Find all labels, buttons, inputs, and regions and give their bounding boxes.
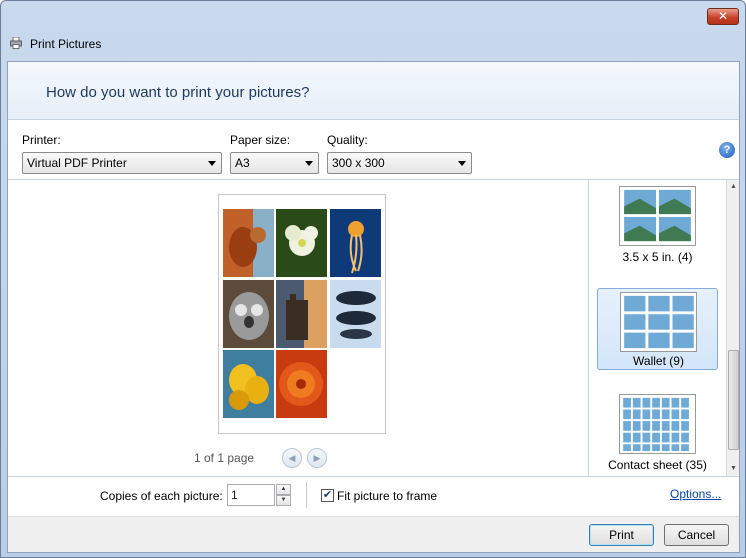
page-indicator: 1 of 1 page (194, 451, 255, 465)
layout-item-3x5[interactable]: 3.5 x 5 in. (4) (597, 180, 718, 280)
layout-item-wallet[interactable]: Wallet (9) (597, 288, 718, 370)
close-button[interactable]: ✕ (707, 8, 739, 25)
printer-icon (10, 37, 22, 49)
next-page-button[interactable]: ▶ (307, 448, 327, 468)
printer-value: Virtual PDF Printer (27, 156, 127, 170)
layout-list: 3.5 x 5 in. (4) Wallet (9) Contact sheet… (588, 180, 739, 476)
quality-dropdown[interactable]: 300 x 300 (327, 152, 472, 174)
scroll-down-icon[interactable]: ▼ (728, 463, 739, 474)
photo-thumbnail (330, 209, 381, 277)
layout-label: 3.5 x 5 in. (4) (622, 250, 693, 264)
photo-thumbnail (223, 280, 274, 348)
layout-label: Contact sheet (35) (608, 458, 707, 472)
layout-thumbnail-icon (619, 186, 696, 246)
layout-thumbnail-icon (619, 394, 696, 454)
paper-size-label: Paper size: (230, 133, 291, 147)
photo-thumbnail (330, 280, 381, 348)
copies-increase-button[interactable]: ▲ (276, 484, 291, 495)
quality-label: Quality: (327, 133, 368, 147)
dialog-header: How do you want to print your pictures? (8, 62, 739, 120)
divider (306, 482, 307, 508)
print-settings: Printer: Virtual PDF Printer Paper size:… (8, 120, 739, 180)
fit-picture-label: Fit picture to frame (337, 489, 438, 503)
copies-label: Copies of each picture: (100, 489, 223, 503)
layout-label: Wallet (9) (633, 354, 684, 368)
copies-decrease-button[interactable]: ▼ (276, 495, 291, 506)
chevron-down-icon (305, 161, 313, 166)
page-preview (218, 194, 386, 434)
copies-input[interactable]: 1 (227, 484, 275, 506)
scroll-up-icon[interactable]: ▲ (728, 181, 739, 192)
layout-item-contact-sheet[interactable]: Contact sheet (35) (597, 388, 718, 476)
chevron-down-icon (208, 161, 216, 166)
photo-thumbnail (276, 350, 327, 418)
fit-picture-checkbox[interactable]: ✔ (321, 489, 334, 502)
preview-pane: 1 of 1 page ◀ ▶ (8, 180, 588, 476)
photo-thumbnail (276, 209, 327, 277)
print-pictures-window: ✕ Print Pictures How do you want to prin… (0, 0, 746, 558)
photo-thumbnail (223, 350, 274, 418)
layout-thumbnail-icon (620, 292, 697, 352)
scroll-thumb[interactable] (728, 350, 739, 450)
window-title: Print Pictures (30, 37, 102, 51)
help-icon[interactable]: ? (719, 142, 735, 158)
title-bar: ✕ Print Pictures (1, 1, 745, 61)
photo-thumbnail (223, 209, 274, 277)
paper-size-value: A3 (235, 156, 250, 170)
cancel-button[interactable]: Cancel (664, 524, 729, 546)
chevron-down-icon (458, 161, 466, 166)
print-options-bar: Copies of each picture: 1 ▲ ▼ ✔ Fit pict… (8, 476, 739, 516)
printer-label: Printer: (22, 133, 61, 147)
previous-page-button[interactable]: ◀ (282, 448, 302, 468)
quality-value: 300 x 300 (332, 156, 385, 170)
dialog-footer: Print Cancel (8, 516, 739, 552)
options-link[interactable]: Options... (670, 487, 721, 501)
print-button[interactable]: Print (589, 524, 654, 546)
printer-dropdown[interactable]: Virtual PDF Printer (22, 152, 222, 174)
photo-thumbnail (276, 280, 327, 348)
layout-scrollbar[interactable]: ▲ ▼ (726, 180, 739, 476)
dialog-client: How do you want to print your pictures? … (7, 61, 740, 553)
paper-size-dropdown[interactable]: A3 (230, 152, 319, 174)
page-title: How do you want to print your pictures? (46, 84, 310, 101)
